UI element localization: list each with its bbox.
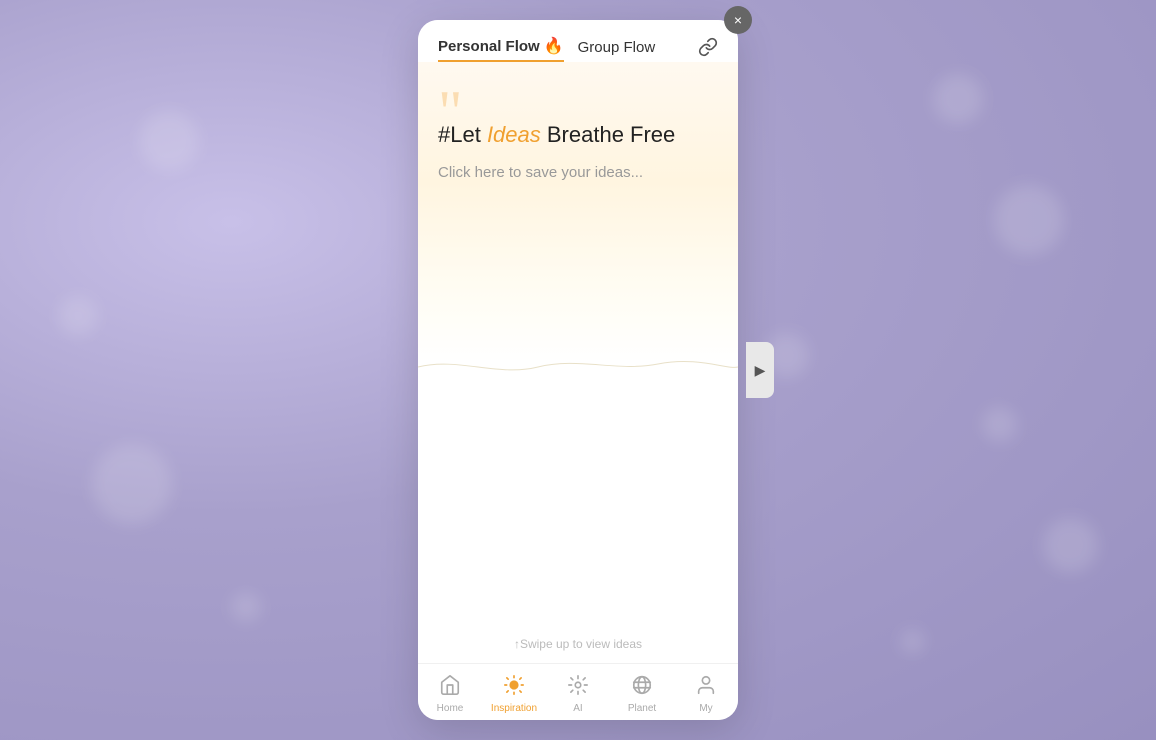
nav-label-my: My [699,703,712,714]
my-icon [695,674,717,700]
tab-group-flow[interactable]: Group Flow [578,39,656,60]
nav-item-home[interactable]: Home [418,672,482,716]
nav-label-planet: Planet [628,703,656,714]
tab-personal-label: Personal Flow [438,38,540,55]
nav-item-inspiration[interactable]: Inspiration [482,672,546,716]
nav-label-ai: AI [573,703,582,714]
planet-icon [631,674,653,700]
ai-icon [567,674,589,700]
tabs: Personal Flow 🔥 Group Flow [438,36,655,62]
home-icon [439,674,461,700]
header: Personal Flow 🔥 Group Flow [418,20,738,62]
headline-highlight: Ideas [487,122,541,147]
bokeh-8 [1043,518,1098,573]
wave-divider [418,352,738,382]
inspiration-icon [503,674,525,700]
modal: Personal Flow 🔥 Group Flow " #Let [418,20,738,720]
gradient-section[interactable]: " #Let Ideas Breathe Free Click here to … [418,62,738,362]
nav-item-my[interactable]: My [674,672,738,716]
bokeh-3 [92,444,172,524]
bokeh-1 [139,111,199,171]
content-area: " #Let Ideas Breathe Free Click here to … [418,62,738,663]
modal-wrapper: × ▶ Personal Flow 🔥 Group Flow [418,20,738,720]
tab-personal-flow[interactable]: Personal Flow 🔥 [438,36,564,62]
bokeh-4 [231,592,261,622]
nav-item-ai[interactable]: AI [546,672,610,716]
fire-emoji: 🔥 [544,36,564,56]
nav-label-inspiration: Inspiration [491,703,537,714]
tab-group-label: Group Flow [578,39,656,56]
bokeh-5 [933,74,983,124]
bokeh-9 [900,629,925,654]
close-icon: × [734,12,742,28]
close-button[interactable]: × [724,6,752,34]
bokeh-2 [58,296,98,336]
next-button[interactable]: ▶ [746,342,774,398]
bokeh-6 [994,185,1064,255]
bokeh-7 [982,407,1017,442]
bottom-nav: Home Inspiration [418,663,738,720]
headline-suffix: Breathe Free [541,122,676,147]
white-section: ↑Swipe up to view ideas [418,382,738,663]
swipe-hint: ↑Swipe up to view ideas [514,637,642,651]
next-arrow-icon: ▶ [755,362,766,379]
nav-item-planet[interactable]: Planet [610,672,674,716]
cta-text[interactable]: Click here to save your ideas... [438,164,718,181]
headline-prefix: #Let [438,122,487,147]
headline: #Let Ideas Breathe Free [438,122,718,148]
link-icon[interactable] [698,37,718,62]
nav-label-home: Home [437,703,464,714]
